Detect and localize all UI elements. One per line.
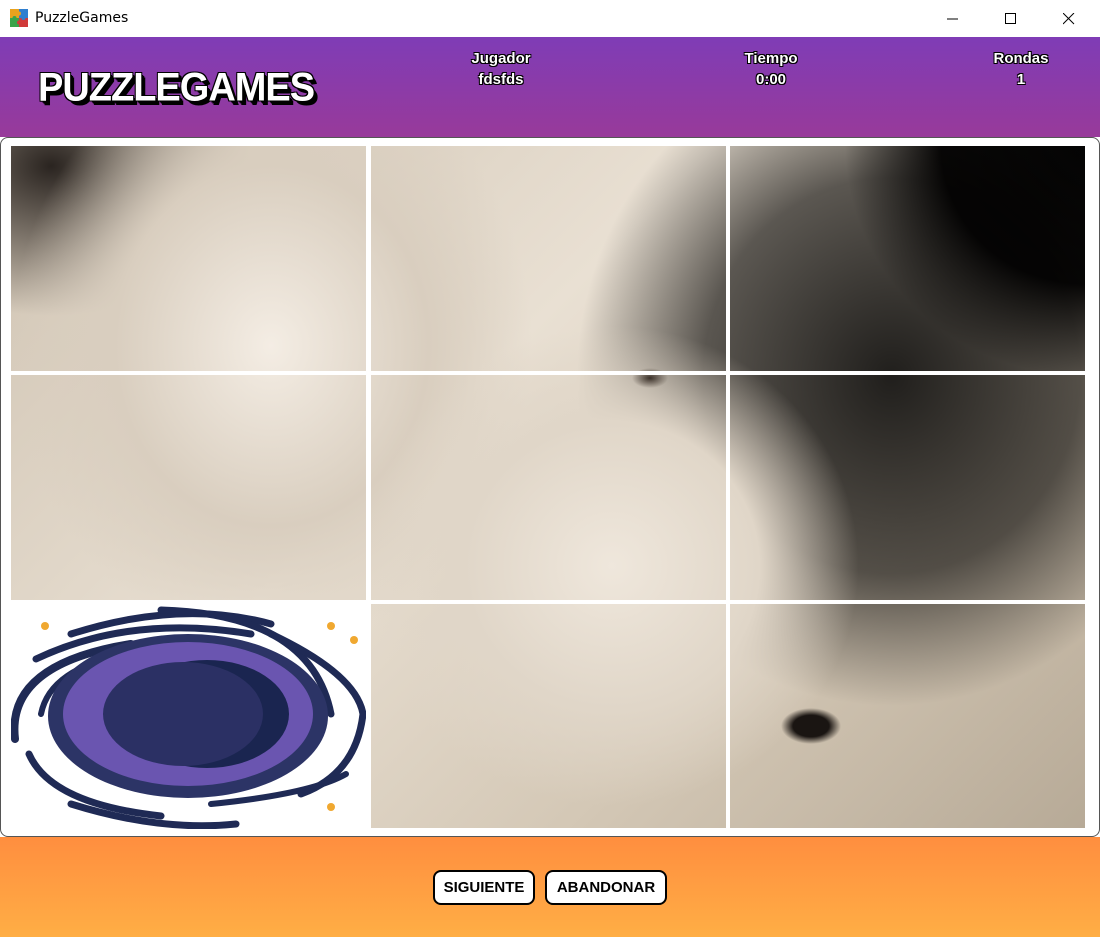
maximize-icon [1005, 12, 1016, 24]
rounds-stat: Rondas 1 [961, 48, 1081, 90]
quit-button[interactable]: ABANDONAR [545, 870, 667, 905]
window-title: PuzzleGames [35, 10, 129, 26]
puzzle-app-icon [10, 9, 28, 27]
close-button[interactable] [1040, 0, 1098, 37]
player-label: Jugador [471, 50, 531, 67]
black-hole-icon [11, 606, 366, 829]
game-header: PUZZLEGAMES Jugador fdsfds Tiempo 0:00 R… [0, 37, 1100, 137]
app-logo: PUZZLEGAMES [38, 65, 315, 111]
puzzle-tile-3[interactable] [730, 146, 1085, 371]
rounds-value: 1 [1016, 71, 1026, 88]
window-titlebar: PuzzleGames [0, 0, 1100, 37]
minimize-button[interactable] [924, 0, 982, 37]
time-value: 0:00 [755, 71, 787, 88]
puzzle-tile-5[interactable] [371, 375, 726, 600]
minimize-icon [947, 18, 958, 19]
maximize-button[interactable] [982, 0, 1040, 37]
time-stat: Tiempo 0:00 [711, 48, 831, 90]
close-icon [1063, 12, 1075, 24]
puzzle-tile-8[interactable] [371, 604, 726, 829]
puzzle-tile-1[interactable] [11, 146, 366, 371]
puzzle-tile-6[interactable] [730, 375, 1085, 600]
puzzle-tile-7-empty[interactable] [11, 604, 366, 829]
time-label: Tiempo [744, 50, 798, 67]
game-footer: SIGUIENTE ABANDONAR [0, 837, 1100, 937]
puzzle-tile-4[interactable] [11, 375, 366, 600]
puzzle-tile-2[interactable] [371, 146, 726, 371]
next-button[interactable]: SIGUIENTE [433, 870, 535, 905]
player-value: fdsfds [478, 71, 524, 88]
player-stat: Jugador fdsfds [441, 48, 561, 90]
puzzle-tile-9[interactable] [730, 604, 1085, 829]
rounds-label: Rondas [993, 50, 1049, 67]
